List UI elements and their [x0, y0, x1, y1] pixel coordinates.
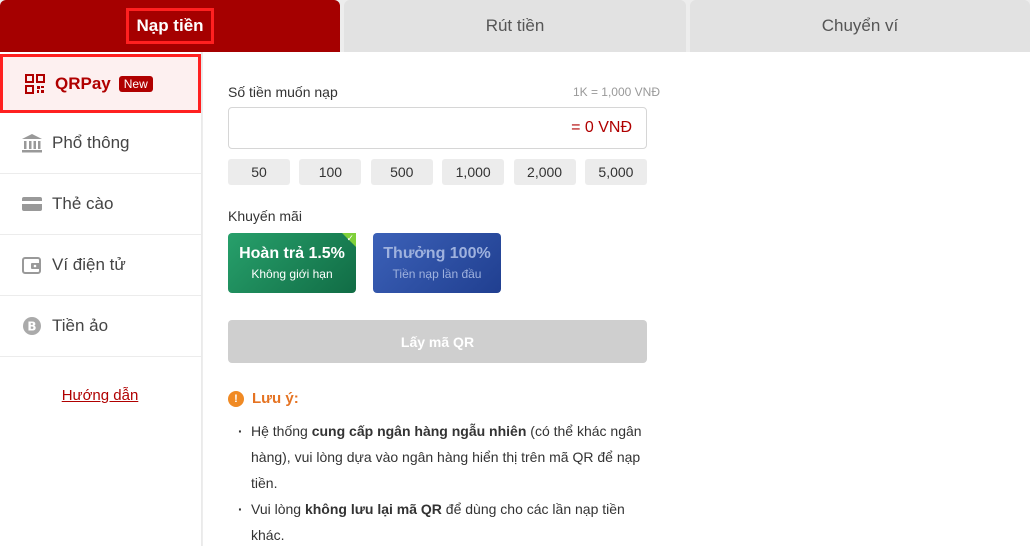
guide-link[interactable]: Hướng dẫn — [0, 387, 200, 404]
promo-cashback-card[interactable]: ✓ Hoàn trả 1.5% Không giới hạn — [228, 233, 356, 293]
check-icon: ✓ — [346, 233, 354, 243]
get-qr-button[interactable]: Lấy mã QR — [228, 320, 647, 363]
note-text: Hệ thống — [251, 423, 312, 439]
tab-transfer-label: Chuyển ví — [821, 16, 899, 35]
amount-label: Số tiền muốn nạp — [228, 84, 338, 100]
new-badge: New — [118, 75, 153, 92]
qr-code-icon — [23, 72, 47, 96]
note-item: Vui lòng không lưu lại mã QR để dùng cho… — [238, 496, 658, 546]
note-emphasis: cung cấp ngân hàng ngẫu nhiên — [311, 423, 527, 439]
sidebar-item-the-cao[interactable]: Thẻ cào — [0, 174, 201, 235]
amount-chip[interactable]: 50 — [228, 159, 290, 185]
amount-chip[interactable]: 2,000 — [513, 159, 576, 185]
amount-value: = 0 VNĐ — [571, 119, 632, 136]
sidebar-item-label: Ví điện tử — [52, 255, 126, 274]
promo-subtitle: Không giới hạn — [251, 267, 333, 281]
promo-label: Khuyến mãi — [228, 208, 302, 224]
tab-withdraw-label: Rút tiền — [485, 16, 545, 35]
card-icon — [20, 192, 44, 216]
amount-chip[interactable]: 500 — [370, 159, 433, 185]
amount-chip[interactable]: 100 — [299, 159, 362, 185]
tab-withdraw[interactable]: Rút tiền — [344, 0, 686, 52]
sidebar-item-tien-ao[interactable]: B Tiền ảo — [0, 296, 201, 357]
tab-deposit[interactable]: Nạp tiền — [0, 0, 340, 52]
info-icon: ! — [228, 390, 244, 407]
sidebar-item-vi-dien-tu[interactable]: Ví điện tử — [0, 235, 201, 296]
amount-chip[interactable]: 1,000 — [442, 159, 505, 185]
note-title: Lưu ý: — [252, 390, 299, 407]
note-heading: ! Lưu ý: — [228, 390, 299, 407]
wallet-icon — [20, 253, 44, 277]
sidebar-item-qrpay[interactable]: QRPay New — [0, 54, 201, 113]
sidebar-item-label: Phổ thông — [52, 133, 130, 152]
sidebar-item-label: Tiền ảo — [52, 316, 109, 335]
bank-icon — [20, 131, 44, 155]
rate-note: 1K = 1,000 VNĐ — [572, 85, 660, 99]
deposit-form: Số tiền muốn nạp 1K = 1,000 VNĐ = 0 VNĐ … — [203, 52, 1030, 546]
svg-text:B: B — [27, 320, 36, 334]
sidebar-item-label: Thẻ cào — [52, 194, 114, 213]
amount-input[interactable]: = 0 VNĐ — [228, 107, 647, 149]
amount-chip[interactable]: 5,000 — [584, 159, 647, 185]
promo-title: Hoàn trả 1.5% — [239, 245, 345, 262]
promo-bonus-card[interactable]: Thưởng 100% Tiền nạp lần đầu — [373, 233, 501, 293]
tab-deposit-label: Nạp tiền — [126, 8, 214, 44]
promo-title: Thưởng 100% — [383, 245, 491, 262]
tab-transfer[interactable]: Chuyển ví — [690, 0, 1030, 52]
amount-chips: 50 100 500 1,000 2,000 5,000 — [228, 159, 647, 185]
promo-subtitle: Tiền nạp lần đầu — [392, 267, 482, 281]
note-emphasis: không lưu lại mã QR — [304, 501, 442, 517]
bitcoin-icon: B — [20, 314, 44, 338]
note-text: Vui lòng — [251, 501, 305, 517]
sidebar: QRPay New Phổ thông Thẻ cào Ví điện tử B… — [0, 52, 202, 546]
note-item: Hệ thống cung cấp ngân hàng ngẫu nhiên (… — [238, 418, 658, 496]
sidebar-item-label: QRPay — [55, 73, 111, 93]
sidebar-item-pho-thong[interactable]: Phổ thông — [0, 113, 201, 174]
note-list: Hệ thống cung cấp ngân hàng ngẫu nhiên (… — [238, 418, 658, 546]
